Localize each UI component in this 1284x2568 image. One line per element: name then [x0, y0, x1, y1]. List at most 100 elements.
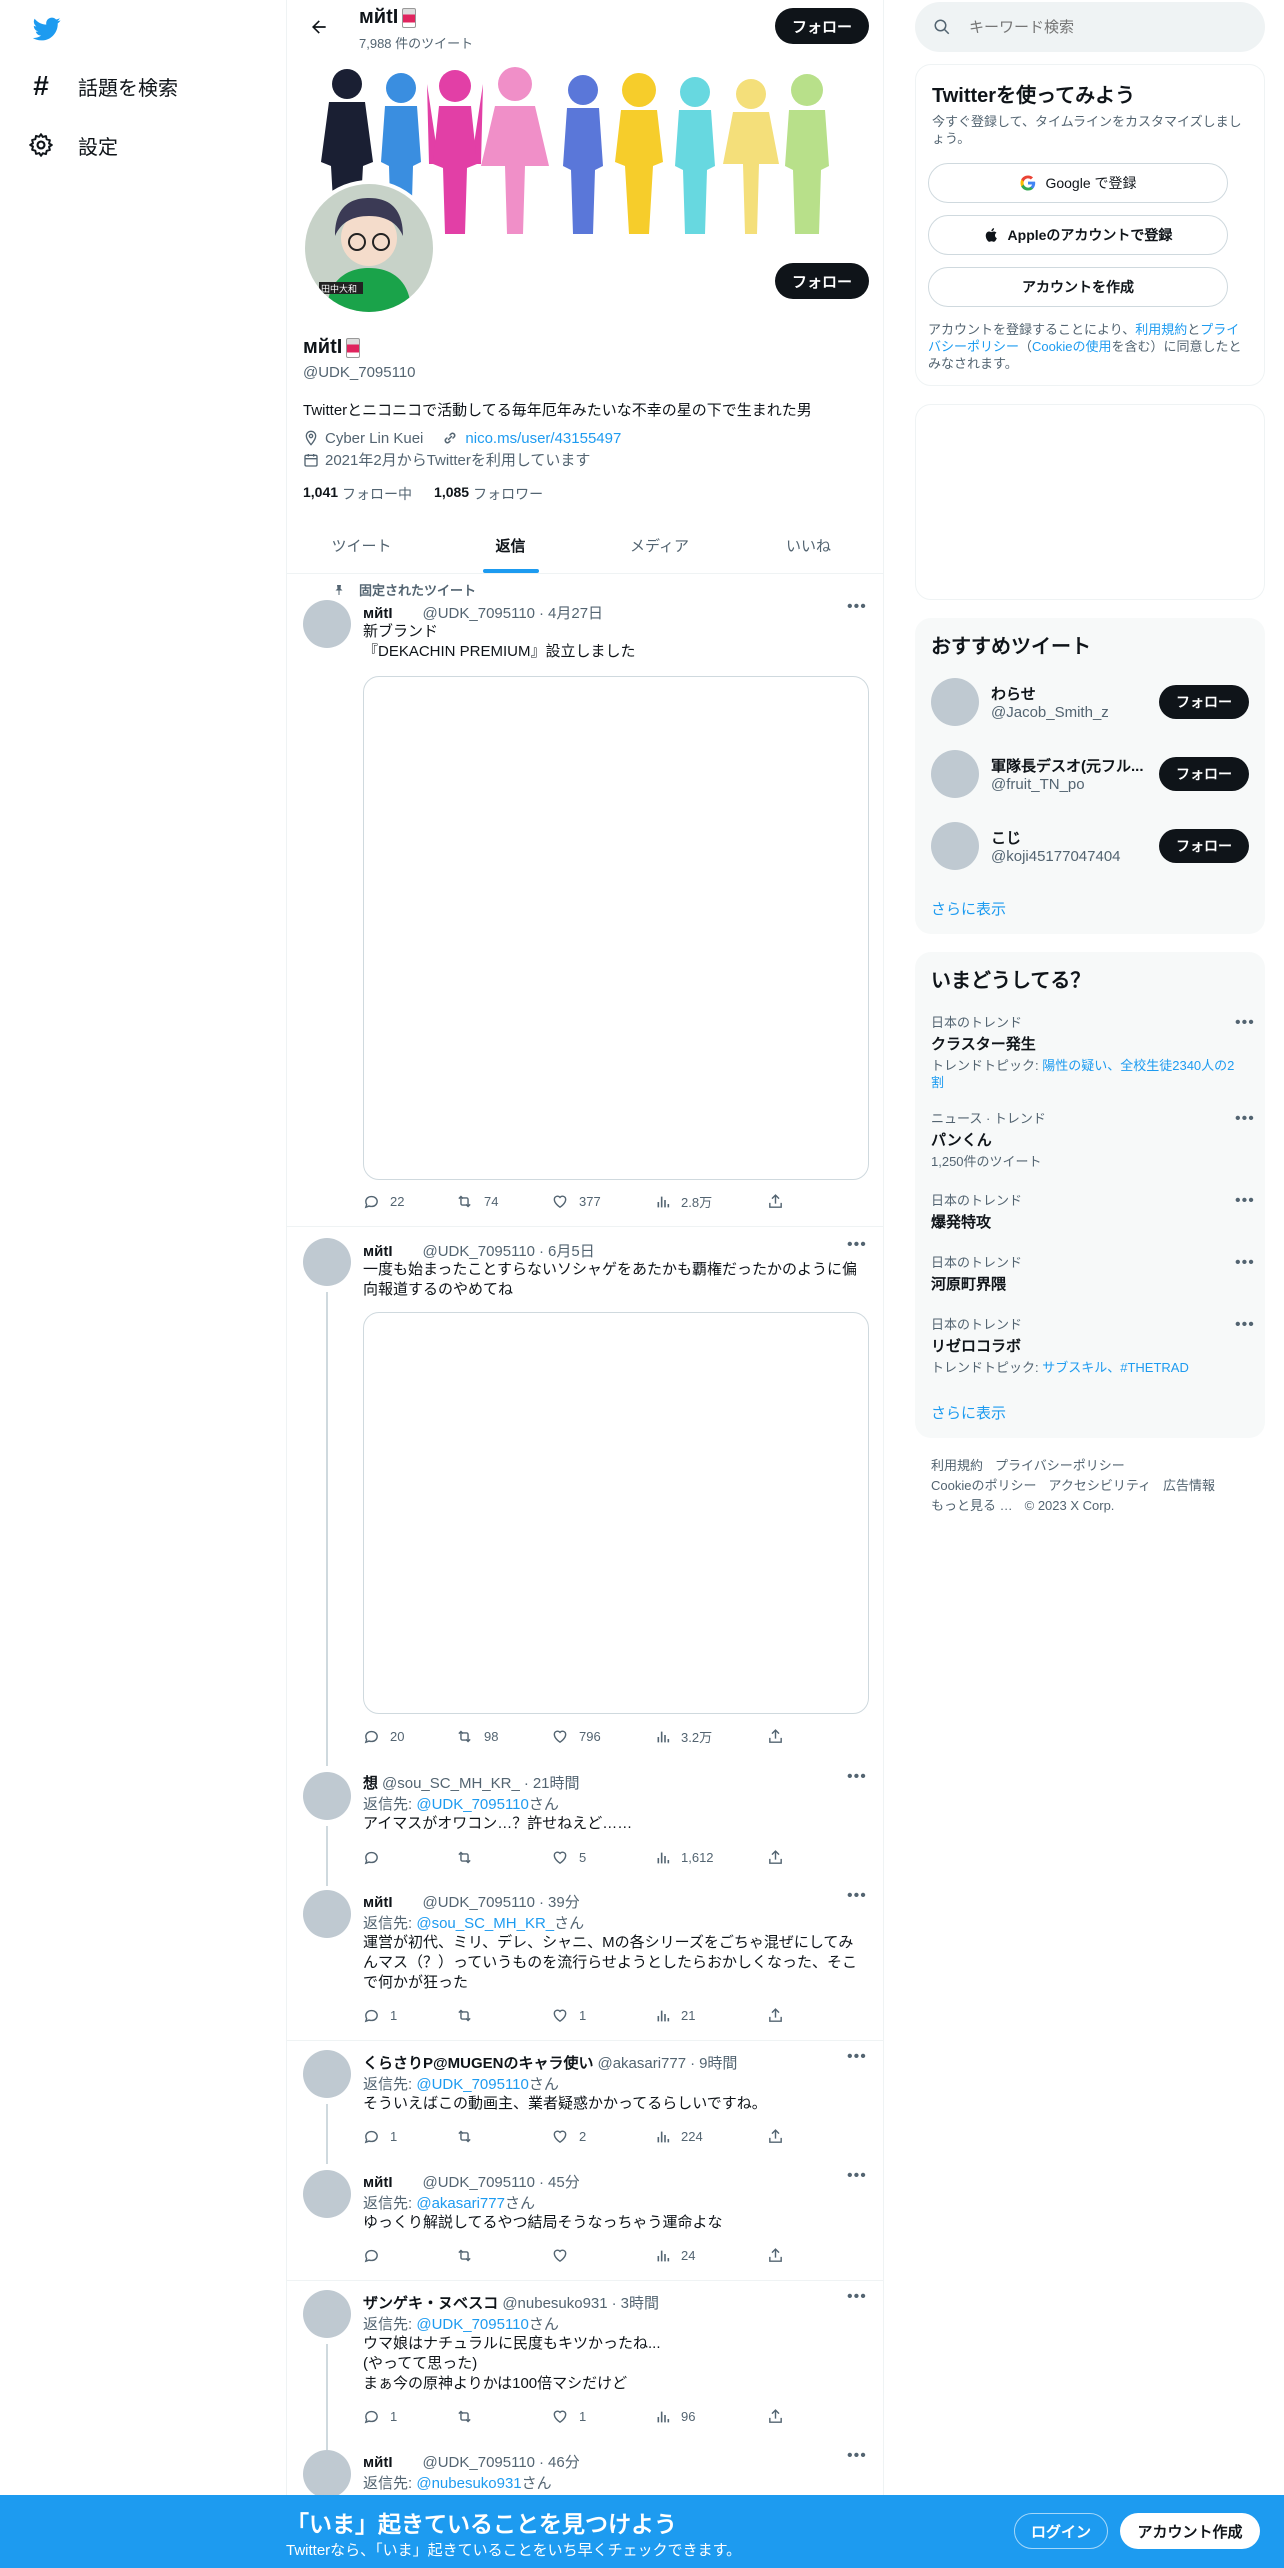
footer-ads-link[interactable]: 広告情報 — [1163, 1476, 1215, 1496]
tweet-time[interactable]: 39分 — [548, 1891, 580, 1912]
followers-label[interactable]: フォロワー — [473, 484, 543, 504]
tweet-author[interactable]: мйtI — [363, 2174, 392, 2191]
tweet-time[interactable]: 21時間 — [533, 1772, 580, 1793]
tweet-time[interactable]: 45分 — [548, 2171, 580, 2192]
trend-topic-links[interactable]: サブスキル、#THETRAD — [1042, 1360, 1189, 1375]
like-button[interactable]: 796 — [551, 1727, 655, 1746]
tweet-time[interactable]: 6月5日 — [548, 1240, 595, 1261]
share-button[interactable] — [767, 2007, 784, 2024]
footer-cookie-link[interactable]: Cookieのポリシー — [931, 1476, 1036, 1496]
trends-show-more[interactable]: さらに表示 — [931, 1402, 1006, 1423]
tweet-author[interactable]: くらさりP@MUGENのキャラ使い — [363, 2052, 593, 2073]
tweet-handle[interactable]: @UDK_7095110 — [422, 1243, 535, 1260]
tweet-media[interactable] — [363, 676, 869, 1180]
reply-to-link[interactable]: @UDK_7095110 — [416, 2076, 529, 2093]
share-button[interactable] — [767, 1727, 784, 1746]
recommended-show-more[interactable]: さらに表示 — [931, 898, 1006, 919]
retweet-button[interactable] — [455, 2007, 551, 2024]
share-button[interactable] — [767, 2408, 784, 2425]
tab-tweets[interactable]: ツイート — [287, 518, 436, 573]
nav-settings[interactable]: 設定 — [28, 125, 118, 165]
share-button[interactable] — [767, 1192, 784, 1211]
avatar[interactable] — [303, 2050, 351, 2098]
tweet-author[interactable]: мйtI — [363, 1894, 392, 1911]
views-button[interactable]: 3.2万 — [655, 1727, 767, 1746]
tweet-handle[interactable]: @UDK_7095110 — [422, 605, 535, 622]
trend-more-icon[interactable]: ••• — [1235, 1110, 1255, 1128]
trend-item[interactable]: 日本のトレンド 爆発特攻 — [931, 1190, 1251, 1232]
trend-more-icon[interactable]: ••• — [1235, 1316, 1255, 1334]
search-box[interactable] — [915, 2, 1265, 52]
rec-user-name[interactable]: わらせ — [991, 683, 1151, 704]
nav-explore[interactable]: # 話題を検索 — [28, 66, 178, 106]
avatar[interactable] — [303, 2170, 351, 2218]
rec-follow-button[interactable]: フォロー — [1159, 685, 1249, 719]
reply-to-link[interactable]: @akasari777 — [416, 2195, 505, 2212]
reply-button[interactable] — [363, 2247, 455, 2264]
following-count[interactable]: 1,041 — [303, 484, 338, 504]
retweet-button[interactable] — [455, 2408, 551, 2425]
rec-follow-button[interactable]: フォロー — [1159, 757, 1249, 791]
tweet-more-icon[interactable]: ••• — [847, 598, 867, 616]
tweet-media[interactable] — [363, 1312, 869, 1714]
tweet-more-icon[interactable]: ••• — [847, 2167, 867, 2185]
avatar[interactable] — [931, 678, 979, 726]
recommended-user[interactable]: わらせ @Jacob_Smith_z フォロー — [915, 666, 1265, 738]
reply-button[interactable]: 20 — [363, 1727, 455, 1746]
retweet-button[interactable] — [455, 2247, 551, 2264]
reply-button[interactable]: 1 — [363, 2128, 455, 2145]
views-button[interactable]: 96 — [655, 2408, 767, 2425]
share-button[interactable] — [767, 2247, 784, 2264]
like-button[interactable] — [551, 2247, 655, 2264]
reply-button[interactable] — [363, 1849, 455, 1866]
trend-item[interactable]: 日本のトレンド リゼロコラボ トレンドトピック: サブスキル、#THETRAD — [931, 1314, 1251, 1376]
tweet-time[interactable]: 9時間 — [699, 2052, 737, 2073]
google-signup-button[interactable]: Google で登録 — [928, 163, 1228, 203]
rec-user-name[interactable]: 軍隊長デスオ(元フル... — [991, 755, 1151, 776]
share-button[interactable] — [767, 2128, 784, 2145]
trend-more-icon[interactable]: ••• — [1235, 1254, 1255, 1272]
like-button[interactable]: 377 — [551, 1192, 655, 1211]
reply-to-link[interactable]: @nubesuko931 — [416, 2475, 521, 2492]
avatar[interactable] — [303, 2290, 351, 2338]
header-follow-button[interactable]: フォロー — [775, 8, 869, 44]
like-button[interactable]: 1 — [551, 2408, 655, 2425]
followers-count[interactable]: 1,085 — [434, 484, 469, 504]
tweet-handle[interactable]: @nubesuko931 — [502, 2295, 607, 2312]
tweet-more-icon[interactable]: ••• — [847, 2048, 867, 2066]
retweet-button[interactable]: 98 — [455, 1727, 551, 1746]
avatar[interactable] — [303, 600, 351, 648]
avatar[interactable] — [303, 1238, 351, 1286]
avatar[interactable] — [931, 750, 979, 798]
recommended-user[interactable]: 軍隊長デスオ(元フル... @fruit_TN_po フォロー — [915, 738, 1265, 810]
tweet-author[interactable]: ザンゲキ・ヌベスコ — [363, 2292, 498, 2313]
like-button[interactable]: 2 — [551, 2128, 655, 2145]
tweet-author[interactable]: мйtI — [363, 605, 392, 622]
reply-to-link[interactable]: @UDK_7095110 — [416, 1796, 529, 1813]
retweet-button[interactable]: 74 — [455, 1192, 551, 1211]
share-button[interactable] — [767, 1849, 784, 1866]
reply-to-link[interactable]: @sou_SC_MH_KR_ — [416, 1915, 554, 1932]
login-button[interactable]: ログイン — [1014, 2513, 1108, 2549]
views-button[interactable]: 24 — [655, 2247, 767, 2264]
tweet-handle[interactable]: @akasari777 — [597, 2055, 686, 2072]
tweet-time[interactable]: 46分 — [548, 2451, 580, 2472]
rec-user-name[interactable]: こじ — [991, 827, 1151, 848]
tweet-author[interactable]: мйtI — [363, 1243, 392, 1260]
footer-terms-link[interactable]: 利用規約 — [931, 1456, 983, 1476]
reply-button[interactable]: 1 — [363, 2007, 455, 2024]
views-button[interactable]: 1,612 — [655, 1849, 767, 1866]
views-button[interactable]: 224 — [655, 2128, 767, 2145]
tweet-more-icon[interactable]: ••• — [847, 1236, 867, 1254]
create-account-button[interactable]: アカウントを作成 — [928, 267, 1228, 307]
tab-likes[interactable]: いいね — [734, 518, 883, 573]
tweet-more-icon[interactable]: ••• — [847, 1768, 867, 1786]
trend-more-icon[interactable]: ••• — [1235, 1014, 1255, 1032]
reply-to-link[interactable]: @UDK_7095110 — [416, 2316, 529, 2333]
trend-item[interactable]: ニュース · トレンド パンくん 1,250件のツイート — [931, 1108, 1251, 1170]
terms-link[interactable]: 利用規約 — [1135, 322, 1187, 337]
tweet-author[interactable]: мйtI — [363, 2454, 392, 2471]
profile-follow-button[interactable]: フォロー — [775, 263, 869, 299]
like-button[interactable]: 5 — [551, 1849, 655, 1866]
search-input[interactable] — [969, 18, 1229, 36]
